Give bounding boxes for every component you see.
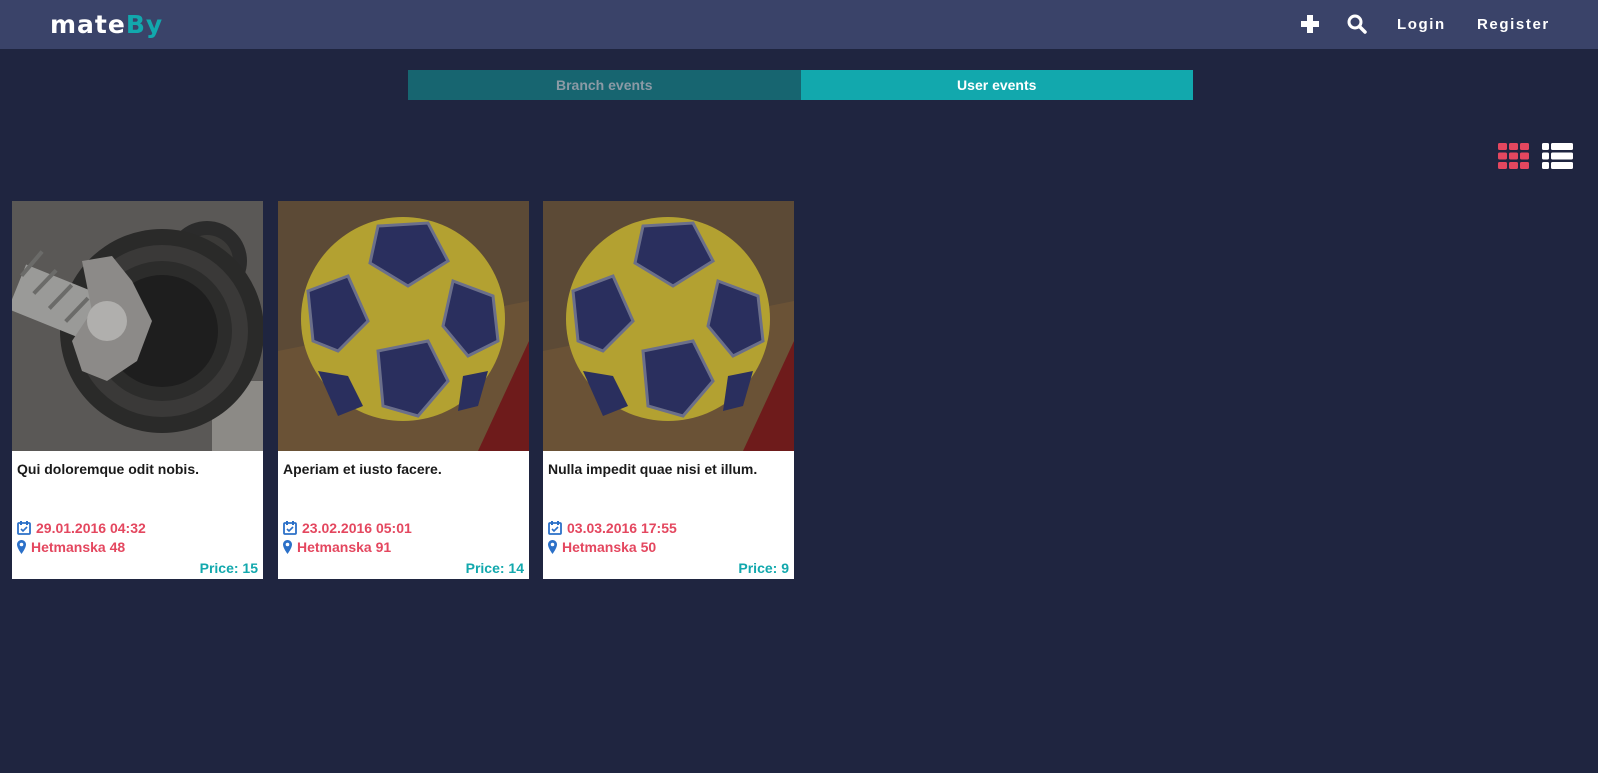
- event-date-text: 23.02.2016 05:01: [302, 520, 412, 536]
- event-title[interactable]: Qui doloremque odit nobis.: [17, 460, 257, 478]
- event-location: Hetmanska 48: [17, 538, 125, 556]
- event-price: Price: 9: [738, 559, 789, 577]
- event-card[interactable]: Nulla impedit quae nisi et illum. 03.03.…: [543, 201, 794, 579]
- navbar: mateBy Login Register: [0, 0, 1598, 49]
- event-location-text: Hetmanska 50: [562, 539, 657, 555]
- calendar-icon: [283, 521, 297, 535]
- handball-photo[interactable]: [278, 201, 529, 451]
- plus-icon[interactable]: [1300, 14, 1320, 34]
- event-price-label: Price:: [738, 560, 778, 576]
- event-price-label: Price:: [199, 560, 239, 576]
- list-view-icon[interactable]: [1542, 143, 1573, 169]
- event-title[interactable]: Aperiam et iusto facere.: [283, 460, 523, 478]
- brand-logo-part2: By: [125, 10, 164, 39]
- search-icon[interactable]: [1347, 14, 1367, 34]
- event-date: 03.03.2016 17:55: [548, 519, 677, 537]
- calendar-icon: [17, 521, 31, 535]
- brand-logo[interactable]: mateBy: [50, 9, 163, 41]
- grid-view-icon[interactable]: [1498, 143, 1529, 169]
- event-price-value: 14: [508, 560, 524, 576]
- event-date-text: 29.01.2016 04:32: [36, 520, 146, 536]
- login-link[interactable]: Login: [1397, 15, 1446, 35]
- event-price-label: Price:: [465, 560, 505, 576]
- event-location: Hetmanska 91: [283, 538, 391, 556]
- event-type-tabs: Branch events User events: [408, 70, 1193, 100]
- event-date-text: 03.03.2016 17:55: [567, 520, 677, 536]
- handball-photo[interactable]: [543, 201, 794, 451]
- event-price: Price: 14: [466, 559, 524, 577]
- event-price-value: 15: [242, 560, 258, 576]
- map-marker-icon: [283, 540, 292, 554]
- map-marker-icon: [17, 540, 26, 554]
- tab-branch-events[interactable]: Branch events: [408, 70, 801, 100]
- event-date: 23.02.2016 05:01: [283, 519, 412, 537]
- event-date: 29.01.2016 04:32: [17, 519, 146, 537]
- event-card[interactable]: Qui doloremque odit nobis. 29.01.2016 04…: [12, 201, 263, 579]
- event-location-text: Hetmanska 48: [31, 539, 126, 555]
- event-price: Price: 15: [200, 559, 258, 577]
- event-location-text: Hetmanska 91: [297, 539, 392, 555]
- event-location: Hetmanska 50: [548, 538, 656, 556]
- calendar-icon: [548, 521, 562, 535]
- dumbbell-photo[interactable]: [12, 201, 263, 451]
- event-card[interactable]: Aperiam et iusto facere. 23.02.2016 05:0…: [278, 201, 529, 579]
- event-title[interactable]: Nulla impedit quae nisi et illum.: [548, 460, 788, 478]
- brand-logo-part1: mate: [50, 10, 126, 39]
- tab-user-events[interactable]: User events: [800, 70, 1193, 100]
- map-marker-icon: [548, 540, 557, 554]
- register-link[interactable]: Register: [1477, 15, 1550, 35]
- event-price-value: 9: [781, 560, 789, 576]
